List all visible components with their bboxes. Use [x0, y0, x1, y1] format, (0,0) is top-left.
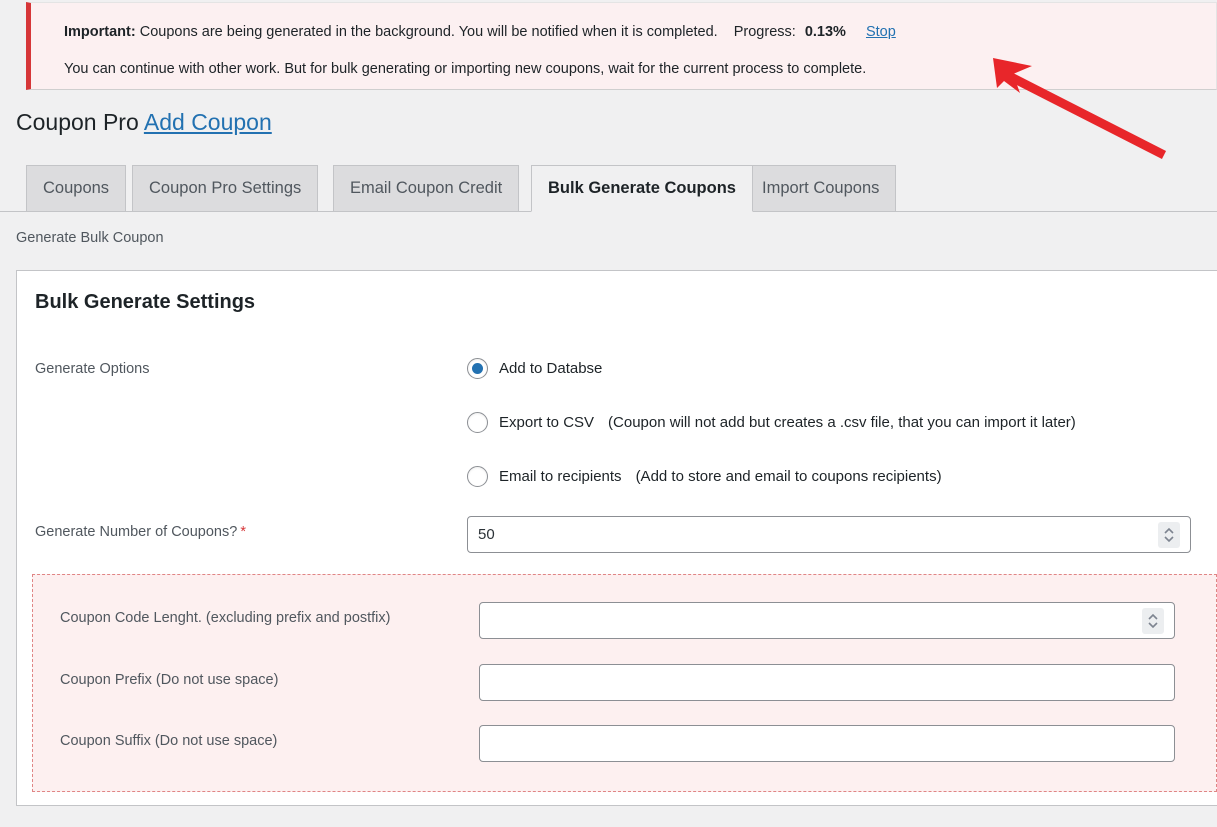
option-export-to-csv[interactable]: Export to CSV (Coupon will not add but c…	[467, 412, 1076, 433]
spinner-chevrons-icon	[1163, 526, 1175, 544]
stop-link[interactable]: Stop	[866, 24, 896, 40]
coupon-code-length-spinner[interactable]	[1142, 608, 1164, 634]
coupon-code-length-input[interactable]	[479, 602, 1175, 639]
coupon-code-format-panel: Coupon Code Lenght. (excluding prefix an…	[32, 574, 1217, 792]
notice-important-label: Important:	[64, 24, 136, 40]
coupon-suffix-input[interactable]	[479, 725, 1175, 762]
card-title: Bulk Generate Settings	[35, 291, 255, 314]
progress-value: 0.13%	[805, 24, 846, 40]
coupon-code-length-label: Coupon Code Lenght. (excluding prefix an…	[60, 610, 390, 626]
notice-message-line2: You can continue with other work. But fo…	[64, 59, 866, 80]
radio-email-to-recipients-icon[interactable]	[467, 466, 488, 487]
spinner-chevrons-icon	[1147, 612, 1159, 630]
notice-primary-line: Important: Coupons are being generated i…	[64, 22, 896, 43]
option-export-to-csv-hint: (Coupon will not add but creates a .csv …	[608, 414, 1076, 431]
number-of-coupons-label-text: Generate Number of Coupons?	[35, 524, 237, 540]
option-add-to-database-label: Add to Databse	[499, 360, 602, 377]
coupon-prefix-input[interactable]	[479, 664, 1175, 701]
progress-label: Progress:	[734, 24, 796, 40]
number-of-coupons-label: Generate Number of Coupons?*	[35, 524, 246, 540]
tab-coupon-pro-settings[interactable]: Coupon Pro Settings	[132, 165, 318, 211]
tab-bulk-generate-coupons[interactable]: Bulk Generate Coupons	[531, 165, 753, 212]
page-title-text: Coupon Pro	[16, 109, 139, 135]
option-email-to-recipients-hint: (Add to store and email to coupons recip…	[636, 468, 942, 485]
required-marker: *	[240, 524, 246, 540]
tab-import-coupons[interactable]: Import Coupons	[745, 165, 896, 211]
generate-options-label: Generate Options	[35, 361, 149, 377]
radio-export-to-csv-icon[interactable]	[467, 412, 488, 433]
option-email-to-recipients-label: Email to recipients	[499, 468, 622, 485]
radio-add-to-database-icon[interactable]	[467, 358, 488, 379]
page-title: Coupon Pro Add Coupon	[16, 108, 272, 138]
notice-message-line1: Coupons are being generated in the backg…	[140, 24, 718, 40]
number-of-coupons-input[interactable]	[467, 516, 1191, 553]
number-of-coupons-spinner[interactable]	[1158, 522, 1180, 548]
section-subtitle: Generate Bulk Coupon	[16, 230, 164, 246]
coupon-prefix-label: Coupon Prefix (Do not use space)	[60, 672, 278, 688]
option-add-to-database[interactable]: Add to Databse	[467, 358, 602, 379]
coupon-suffix-label: Coupon Suffix (Do not use space)	[60, 733, 277, 749]
tab-email-coupon-credit[interactable]: Email Coupon Credit	[333, 165, 519, 211]
option-email-to-recipients[interactable]: Email to recipients (Add to store and em…	[467, 466, 942, 487]
add-coupon-link[interactable]: Add Coupon	[144, 109, 272, 135]
tab-coupons[interactable]: Coupons	[26, 165, 126, 211]
important-notice-banner: Important: Coupons are being generated i…	[26, 2, 1217, 90]
option-export-to-csv-label: Export to CSV	[499, 414, 594, 431]
tab-bar: Coupons Coupon Pro Settings Email Coupon…	[0, 165, 1217, 212]
